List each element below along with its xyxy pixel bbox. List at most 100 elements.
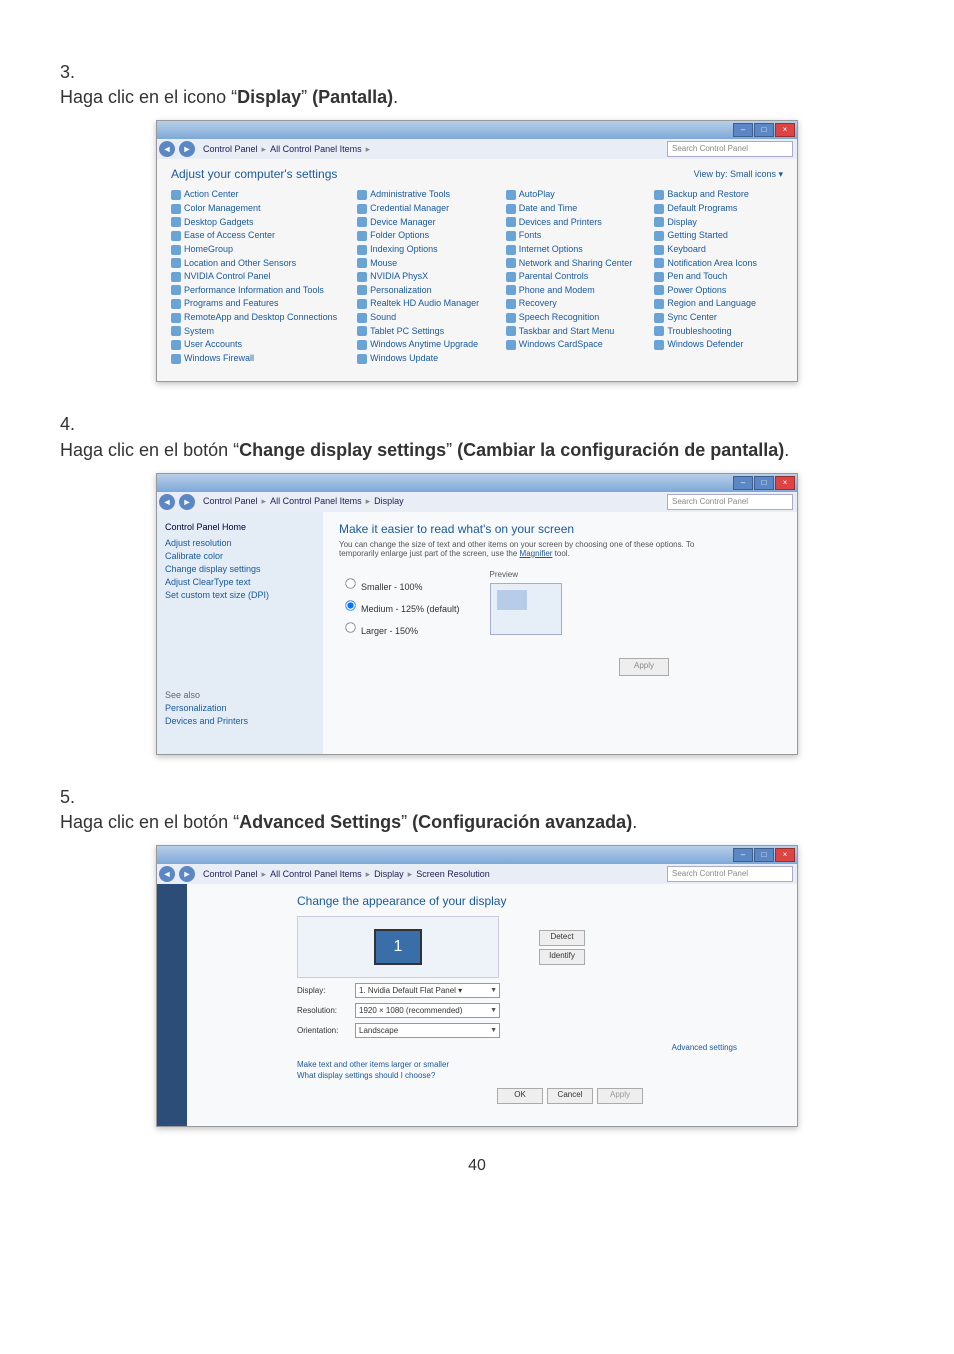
control-panel-item[interactable]: Location and Other Sensors [171,258,337,269]
search-input[interactable]: Search Control Panel [667,494,793,510]
control-panel-item[interactable]: Fonts [506,230,635,241]
control-panel-item[interactable]: Action Center [171,189,337,200]
minimize-button[interactable]: – [733,476,753,490]
text-size-radio[interactable]: Larger - 150% [339,618,460,636]
nav-forward-button[interactable]: ► [179,494,195,510]
control-panel-item[interactable]: Ease of Access Center [171,230,337,241]
what-settings-link[interactable]: What display settings should I choose? [297,1071,767,1080]
nav-forward-button[interactable]: ► [179,141,195,157]
nav-back-button[interactable]: ◄ [159,494,175,510]
control-panel-item[interactable]: Default Programs [654,203,783,214]
control-panel-item[interactable]: Desktop Gadgets [171,217,337,228]
control-panel-item[interactable]: Color Management [171,203,337,214]
detect-button[interactable]: Detect [539,930,585,946]
resolution-dropdown[interactable]: 1920 × 1080 (recommended) [355,1003,500,1018]
ok-button[interactable]: OK [497,1088,543,1104]
control-panel-item[interactable]: Phone and Modem [506,285,635,296]
monitor-preview[interactable] [297,916,499,978]
control-panel-item[interactable]: Taskbar and Start Menu [506,326,635,337]
control-panel-item[interactable]: Display [654,217,783,228]
close-button[interactable]: × [775,476,795,490]
control-panel-item[interactable]: Pen and Touch [654,271,783,282]
view-by-selector[interactable]: View by: Small icons ▾ [694,169,783,180]
breadcrumb[interactable]: Control Panel▸All Control Panel Items▸ [197,144,667,155]
control-panel-item[interactable]: Troubleshooting [654,326,783,337]
minimize-button[interactable]: – [733,848,753,862]
control-panel-item[interactable]: Network and Sharing Center [506,258,635,269]
control-panel-item[interactable]: Folder Options [357,230,486,241]
resolution-heading: Change the appearance of your display [297,894,767,908]
display-dropdown[interactable]: 1. Nvidia Default Flat Panel ▾ [355,983,500,998]
close-button[interactable]: × [775,848,795,862]
nav-forward-button[interactable]: ► [179,866,195,882]
control-panel-item[interactable]: Device Manager [357,217,486,228]
control-panel-item[interactable]: HomeGroup [171,244,337,255]
apply-button[interactable]: Apply [597,1088,643,1104]
sidebar-link[interactable]: Calibrate color [165,551,315,561]
close-button[interactable]: × [775,123,795,137]
text-size-radio[interactable]: Smaller - 100% [339,574,460,592]
control-panel-item[interactable]: Performance Information and Tools [171,285,337,296]
control-panel-item[interactable]: Programs and Features [171,298,337,309]
text-size-radio[interactable]: Medium - 125% (default) [339,596,460,614]
nav-back-button[interactable]: ◄ [159,141,175,157]
breadcrumb[interactable]: Control Panel▸All Control Panel Items▸Di… [197,496,667,507]
control-panel-item[interactable]: Tablet PC Settings [357,326,486,337]
sidebar-link[interactable]: Set custom text size (DPI) [165,590,315,600]
control-panel-item[interactable]: Windows Firewall [171,353,337,364]
nav-back-button[interactable]: ◄ [159,866,175,882]
control-panel-item[interactable]: User Accounts [171,339,337,350]
control-panel-item[interactable]: Windows Defender [654,339,783,350]
control-panel-item[interactable]: Internet Options [506,244,635,255]
control-panel-item[interactable]: Power Options [654,285,783,296]
cancel-button[interactable]: Cancel [547,1088,593,1104]
control-panel-item[interactable]: Keyboard [654,244,783,255]
sidebar-link[interactable]: Adjust ClearType text [165,577,315,587]
control-panel-item[interactable]: NVIDIA Control Panel [171,271,337,282]
control-panel-item[interactable]: System [171,326,337,337]
advanced-settings-link[interactable]: Advanced settings [297,1043,737,1052]
control-panel-item[interactable]: RemoteApp and Desktop Connections [171,312,337,323]
magnifier-link[interactable]: Magnifier [520,549,553,558]
control-panel-item[interactable]: Recovery [506,298,635,309]
orientation-dropdown[interactable]: Landscape [355,1023,500,1038]
see-also-link[interactable]: Devices and Printers [165,716,315,726]
search-input[interactable]: Search Control Panel [667,141,793,157]
control-panel-item[interactable]: Personalization [357,285,486,296]
control-panel-item[interactable]: Windows Update [357,353,486,364]
control-panel-item[interactable]: AutoPlay [506,189,635,200]
control-panel-item[interactable]: Speech Recognition [506,312,635,323]
control-panel-item[interactable]: Windows Anytime Upgrade [357,339,486,350]
maximize-button[interactable]: □ [754,123,774,137]
control-panel-item[interactable]: Region and Language [654,298,783,309]
monitor-1-icon[interactable] [374,929,422,965]
control-panel-item[interactable]: Date and Time [506,203,635,214]
control-panel-item[interactable]: Notification Area Icons [654,258,783,269]
search-input[interactable]: Search Control Panel [667,866,793,882]
sidebar-link[interactable]: Change display settings [165,564,315,574]
see-also-link[interactable]: Personalization [165,703,315,713]
control-panel-item[interactable]: Windows CardSpace [506,339,635,350]
control-panel-item[interactable]: Devices and Printers [506,217,635,228]
apply-button[interactable]: Apply [619,658,669,676]
sidebar-link[interactable]: Adjust resolution [165,538,315,548]
cp-icon [171,245,181,255]
control-panel-item[interactable]: Credential Manager [357,203,486,214]
breadcrumb[interactable]: Control Panel▸All Control Panel Items▸Di… [197,869,667,880]
control-panel-item[interactable]: NVIDIA PhysX [357,271,486,282]
maximize-button[interactable]: □ [754,848,774,862]
maximize-button[interactable]: □ [754,476,774,490]
make-text-larger-link[interactable]: Make text and other items larger or smal… [297,1060,767,1069]
control-panel-item[interactable]: Realtek HD Audio Manager [357,298,486,309]
control-panel-item[interactable]: Indexing Options [357,244,486,255]
control-panel-item[interactable]: Sync Center [654,312,783,323]
identify-button[interactable]: Identify [539,949,585,965]
control-panel-item[interactable]: Backup and Restore [654,189,783,200]
control-panel-item[interactable]: Administrative Tools [357,189,486,200]
minimize-button[interactable]: – [733,123,753,137]
control-panel-item[interactable]: Getting Started [654,230,783,241]
control-panel-item[interactable]: Sound [357,312,486,323]
control-panel-item[interactable]: Parental Controls [506,271,635,282]
control-panel-item[interactable]: Mouse [357,258,486,269]
sidebar-home[interactable]: Control Panel Home [165,522,315,532]
